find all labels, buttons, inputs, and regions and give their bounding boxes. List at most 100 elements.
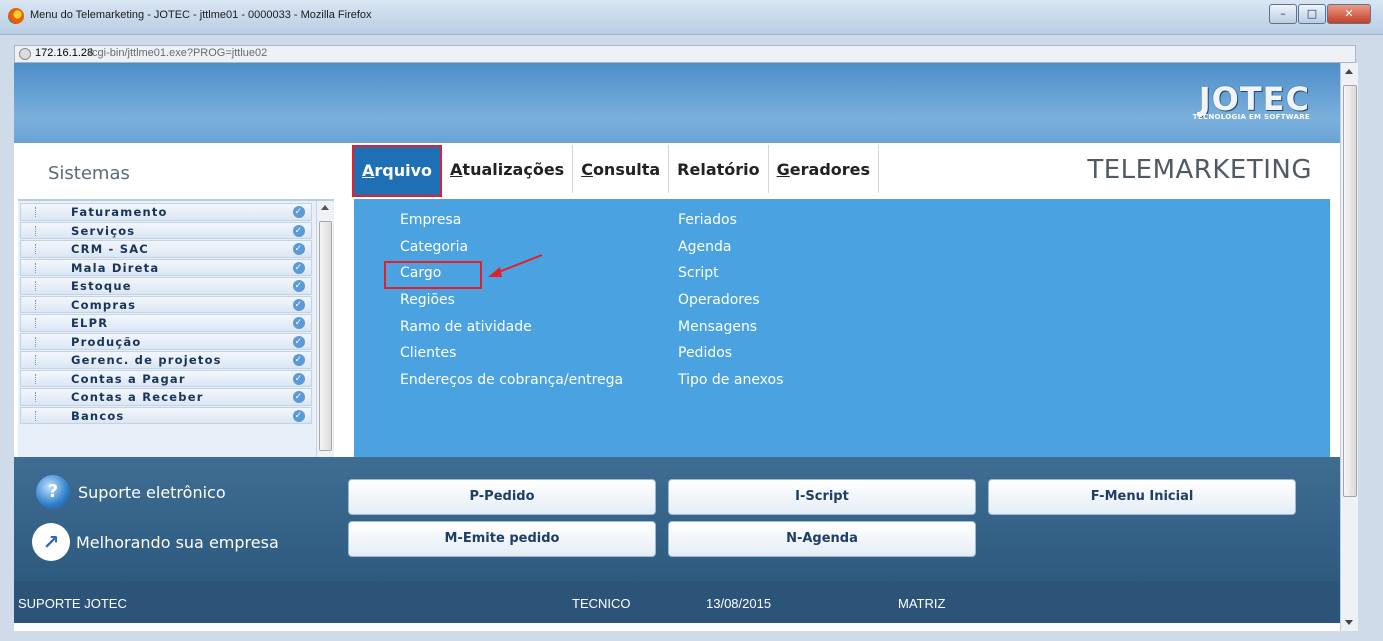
annotation-arrow-icon <box>488 254 543 277</box>
status-user: TECNICO <box>572 596 631 611</box>
menu-atualizacoes[interactable]: Atualizações <box>442 145 574 193</box>
dropdown-item[interactable]: Clientes <box>400 344 623 371</box>
pedido-button[interactable]: P-Pedido <box>348 479 656 515</box>
grip-icon <box>35 410 38 421</box>
main-menu: Arquivo Atualizações Consulta Relatório … <box>352 145 880 197</box>
jotec-logo: JOTEC TECNOLOGIA EM SOFTWARE <box>1150 81 1310 121</box>
maximize-button[interactable]: □ <box>1298 4 1326 24</box>
firefox-icon <box>8 8 24 24</box>
arquivo-dropdown: Empresa Categoria Cargo Regiões Ramo de ativ… <box>354 199 1330 457</box>
module-label: Contas a Receber <box>71 390 204 404</box>
dropdown-item[interactable]: Empresa <box>400 211 623 238</box>
dropdown-item[interactable]: Mensagens <box>678 318 783 345</box>
grip-icon <box>35 244 38 254</box>
module-item[interactable]: Faturamento ✓ <box>20 203 312 221</box>
module-title: TELEMARKETING <box>1087 155 1312 185</box>
address-path: /cgi-bin/jttlme01.exe?PROG=jttlue02 <box>89 47 268 59</box>
dropdown-item[interactable]: Feriados <box>678 211 783 238</box>
modules-panel: Faturamento ✓ Serviços ✓ CRM - SAC ✓ Mala Dire… <box>18 199 334 459</box>
close-button[interactable]: ✕ <box>1327 4 1371 24</box>
check-icon: ✓ <box>293 354 305 366</box>
dropdown-item[interactable]: Operadores <box>678 291 783 318</box>
scroll-down-icon[interactable] <box>1345 620 1353 625</box>
dropdown-item[interactable]: Tipo de anexos <box>678 371 783 398</box>
status-support: SUPORTE JOTEC <box>18 596 127 611</box>
dropdown-item[interactable]: Script <box>678 264 783 291</box>
dropdown-item[interactable]: Regiões <box>400 291 623 318</box>
module-item[interactable]: CRM - SAC ✓ <box>20 240 312 258</box>
module-item[interactable]: Gerenc. de projetos ✓ <box>20 351 312 369</box>
check-icon: ✓ <box>293 317 305 329</box>
status-branch: MATRIZ <box>898 596 946 611</box>
grip-icon <box>35 207 38 217</box>
check-icon: ✓ <box>293 335 305 348</box>
growth-chart-icon: ↗ <box>32 523 70 561</box>
module-item[interactable]: Contas a Pagar ✓ <box>20 369 312 387</box>
logo-text: JOTEC <box>1198 80 1310 118</box>
improve-link[interactable]: ↗ Melhorando sua empresa <box>32 523 279 561</box>
grip-icon <box>35 336 38 347</box>
logo-tagline: TECNOLOGIA EM SOFTWARE <box>1192 113 1310 121</box>
module-item[interactable]: Bancos ✓ <box>20 406 312 424</box>
support-link[interactable]: ? Suporte eletrônico <box>36 475 226 509</box>
address-host: 172.16.1.28 <box>35 47 94 59</box>
dropdown-item[interactable]: Agenda <box>678 238 783 265</box>
dropdown-column-1: Empresa Categoria Cargo Regiões Ramo de ativ… <box>400 211 623 398</box>
module-item[interactable]: ELPR ✓ <box>20 314 312 332</box>
menu-consulta[interactable]: Consulta <box>573 145 670 193</box>
modules-scrollbar[interactable] <box>316 201 333 457</box>
menubar: Sistemas Arquivo Atualizações Consulta R… <box>14 143 1340 199</box>
module-item[interactable]: Produção ✓ <box>20 332 312 350</box>
menu-geradores[interactable]: Geradores <box>769 145 880 193</box>
improve-label: Melhorando sua empresa <box>76 532 279 552</box>
page-scrollbar[interactable] <box>1340 63 1358 631</box>
module-label: Mala Direta <box>71 260 160 275</box>
support-label: Suporte eletrônico <box>78 482 226 502</box>
check-icon: ✓ <box>293 206 305 218</box>
module-item[interactable]: Mala Direta ✓ <box>20 258 312 276</box>
module-item[interactable]: Contas a Receber ✓ <box>20 388 312 406</box>
dropdown-item[interactable]: Endereços de cobrança/entrega <box>400 371 623 398</box>
scroll-up-icon[interactable] <box>1345 69 1353 74</box>
header-banner: JOTEC TECNOLOGIA EM SOFTWARE <box>14 63 1340 143</box>
module-label: Contas a Pagar <box>71 371 186 386</box>
module-item[interactable]: Serviços ✓ <box>20 221 312 239</box>
grip-icon <box>35 373 38 384</box>
agenda-button[interactable]: N-Agenda <box>668 521 976 557</box>
script-button[interactable]: I-Script <box>668 479 976 515</box>
check-icon: ✓ <box>293 372 305 385</box>
module-item[interactable]: Compras ✓ <box>20 295 312 313</box>
dropdown-item[interactable]: Pedidos <box>678 344 783 371</box>
emite-pedido-button[interactable]: M-Emite pedido <box>348 521 656 557</box>
menu-inicial-button[interactable]: F-Menu Inicial <box>988 479 1296 515</box>
grip-icon <box>35 299 38 310</box>
scroll-up-icon[interactable] <box>321 205 329 210</box>
minimize-button[interactable]: – <box>1269 4 1297 24</box>
check-icon: ✓ <box>293 409 305 422</box>
window-title: Menu do Telemarketing - JOTEC - jttlme01… <box>30 9 372 21</box>
module-item[interactable]: Estoque ✓ <box>20 277 312 295</box>
page-scroll-thumb[interactable] <box>1343 85 1357 497</box>
module-label: Faturamento <box>71 205 168 219</box>
status-bar: SUPORTE JOTEC TECNICO 13/08/2015 MATRIZ <box>14 581 1340 623</box>
address-bar[interactable]: 172.16.1.28 /cgi-bin/jttlme01.exe?PROG=j… <box>14 45 1356 63</box>
scroll-thumb[interactable] <box>319 221 332 451</box>
module-label: CRM - SAC <box>71 242 149 256</box>
window-controls: – □ ✕ <box>1268 4 1371 24</box>
window-titlebar: Menu do Telemarketing - JOTEC - jttlme01… <box>0 0 1383 35</box>
dropdown-item[interactable]: Ramo de atividade <box>400 318 623 345</box>
bottom-panel: ? Suporte eletrônico ↗ Melhorando sua em… <box>14 457 1340 581</box>
menu-relatorio[interactable]: Relatório <box>669 145 769 193</box>
modules-list: Faturamento ✓ Serviços ✓ CRM - SAC ✓ Mala Dire… <box>20 203 312 425</box>
module-label: Bancos <box>71 408 125 423</box>
grip-icon <box>35 262 38 273</box>
menu-arquivo[interactable]: Arquivo <box>352 145 443 197</box>
page-content: JOTEC TECNOLOGIA EM SOFTWARE Sistemas Ar… <box>14 63 1340 631</box>
module-label: Produção <box>71 334 142 349</box>
check-icon: ✓ <box>293 391 305 403</box>
globe-icon <box>19 48 31 60</box>
dropdown-column-2: Feriados Agenda Script Operadores Mensagens P… <box>678 211 783 398</box>
check-icon: ✓ <box>293 298 305 311</box>
cargo-highlight-box <box>384 261 482 289</box>
sistemas-label: Sistemas <box>48 163 130 184</box>
